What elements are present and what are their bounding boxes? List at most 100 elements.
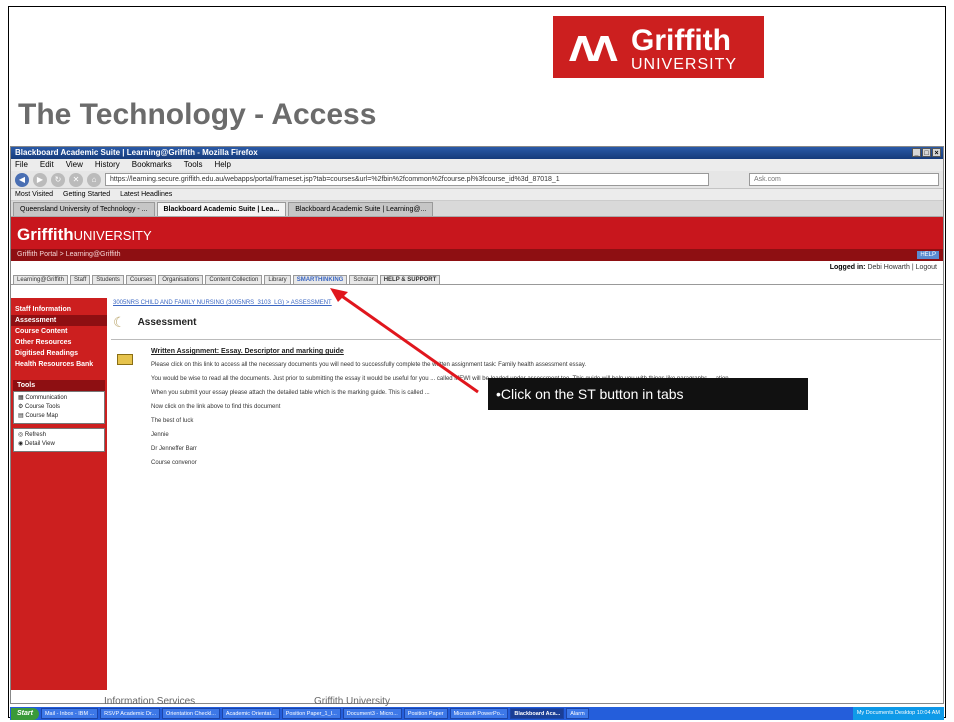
- item-text: Dr Jenneffer Barr: [151, 446, 197, 452]
- menu-edit[interactable]: Edit: [40, 159, 54, 171]
- url-field[interactable]: https://learning.secure.griffith.edu.au/…: [105, 173, 709, 186]
- system-tray[interactable]: My Documents Desktop 10:04 AM: [852, 707, 944, 720]
- tab-library[interactable]: Library: [264, 275, 291, 284]
- close-icon[interactable]: ×: [932, 148, 941, 157]
- tab-staff[interactable]: Staff: [70, 275, 91, 284]
- browser-tabs: Queensland University of Technology - ..…: [11, 201, 943, 217]
- bb-body: Staff Information Assessment Course Cont…: [11, 298, 943, 690]
- search-input[interactable]: Ask.com: [749, 173, 939, 186]
- taskbar-item[interactable]: Microsoft PowerPo...: [449, 708, 509, 719]
- reload-icon[interactable]: ↻: [51, 172, 65, 187]
- taskbar-item[interactable]: RSVP Academic Dr...: [100, 708, 161, 719]
- footer-left: Information Services: [104, 696, 196, 707]
- minimize-icon[interactable]: _: [912, 148, 921, 157]
- sidebar-item-digitised-readings[interactable]: Digitised Readings: [11, 348, 107, 359]
- tool-course-map[interactable]: ▤ Course Map: [18, 412, 100, 421]
- content-area: 3005NRS CHILD AND FAMILY NURSING (3005NR…: [111, 298, 941, 690]
- taskbar-item[interactable]: Position Paper_1_I...: [281, 708, 341, 719]
- tab-students[interactable]: Students: [92, 275, 124, 284]
- tab-help-support[interactable]: HELP & SUPPORT: [379, 275, 441, 284]
- tool-course-map-label: Course Map: [25, 413, 59, 419]
- bb-logo-bold: Griffith: [17, 225, 74, 244]
- bb-breadcrumb: Griffith Portal > Learning@Griffith HELP: [11, 249, 943, 261]
- menu-bookmarks[interactable]: Bookmarks: [132, 159, 172, 171]
- detail-view-button[interactable]: ◉ Detail View: [18, 440, 100, 449]
- taskbar-item[interactable]: Mail - Inbox - IBM ...: [40, 708, 99, 719]
- tab-learning-griffith[interactable]: Learning@Griffith: [13, 275, 69, 284]
- detail-view-label: Detail View: [24, 441, 55, 447]
- taskbar-item[interactable]: Position Paper: [403, 708, 448, 719]
- folder-icon: [117, 354, 133, 365]
- griffith-logo-university: UNIVERSITY: [631, 56, 738, 73]
- taskbar: Start Mail - Inbox - IBM ... RSVP Academ…: [10, 707, 944, 720]
- maximize-icon[interactable]: □: [922, 148, 931, 157]
- actions-box: ◎ Refresh ◉ Detail View: [13, 428, 105, 452]
- sidebar-item-course-content[interactable]: Course Content: [11, 326, 107, 337]
- back-icon[interactable]: ◀: [15, 172, 29, 187]
- taskbar-item[interactable]: Alarm: [566, 708, 589, 719]
- start-button[interactable]: Start: [11, 707, 39, 720]
- forward-icon[interactable]: ▶: [33, 172, 47, 187]
- tool-communication[interactable]: ▦ Communication: [18, 394, 100, 403]
- tool-course-tools-label: Course Tools: [25, 404, 60, 410]
- slide-title: The Technology - Access: [18, 98, 377, 131]
- navigation-bar: ◀ ▶ ↻ ✕ ⌂ https://learning.secure.griffi…: [11, 171, 943, 189]
- help-button[interactable]: HELP: [917, 251, 939, 259]
- menu-help[interactable]: Help: [214, 159, 230, 171]
- menu-tools[interactable]: Tools: [184, 159, 203, 171]
- sidebar-item-assessment[interactable]: Assessment: [11, 315, 107, 326]
- page-title: Assessment: [137, 317, 197, 328]
- stop-icon[interactable]: ✕: [69, 172, 83, 187]
- tools-box: ▦ Communication ⚙ Course Tools ▤ Course …: [13, 391, 105, 424]
- tab-content-collection[interactable]: Content Collection: [205, 275, 263, 284]
- refresh-label: Refresh: [24, 432, 46, 438]
- logged-in-bar: Logged in: Debi Howarth | Logout: [11, 261, 943, 275]
- bb-header: GriffithUNIVERSITY: [11, 217, 943, 249]
- tab-scholar[interactable]: Scholar: [349, 275, 378, 284]
- griffith-logo: ᐱᐱ Griffith UNIVERSITY: [553, 16, 764, 78]
- window-controls: _ □ ×: [912, 148, 941, 157]
- bb-breadcrumb-text[interactable]: Griffith Portal > Learning@Griffith: [17, 251, 121, 258]
- bb-logo: GriffithUNIVERSITY: [17, 225, 152, 245]
- bb-logo-light: UNIVERSITY: [73, 228, 152, 243]
- taskbar-item-active[interactable]: Blackboard Aca...: [510, 708, 565, 719]
- taskbar-item[interactable]: Academic Orientat...: [221, 708, 280, 719]
- bookmark-most-visited[interactable]: Most Visited: [15, 189, 53, 200]
- logged-in-label: Logged in:: [829, 264, 866, 271]
- tool-course-tools[interactable]: ⚙ Course Tools: [18, 403, 100, 412]
- logged-in-user[interactable]: Debi Howarth | Logout: [867, 264, 937, 271]
- course-menu: Staff Information Assessment Course Cont…: [11, 298, 107, 690]
- sidebar-item-other-resources[interactable]: Other Resources: [11, 337, 107, 348]
- bookmark-getting-started[interactable]: Getting Started: [63, 189, 110, 200]
- browser-tab-active[interactable]: Blackboard Academic Suite | Lea...: [156, 202, 287, 216]
- item-text: Please click on this link to access all …: [151, 362, 587, 368]
- refresh-button[interactable]: ◎ Refresh: [18, 431, 100, 440]
- tab-smarthinking[interactable]: SMARTHINKING: [292, 275, 348, 284]
- bb-tabs: Learning@Griffith Staff Students Courses…: [11, 275, 943, 285]
- taskbar-item[interactable]: Document3 - Micro...: [342, 708, 402, 719]
- menu-history[interactable]: History: [95, 159, 120, 171]
- item-text: Course convenor: [151, 460, 197, 466]
- home-icon[interactable]: ⌂: [87, 172, 101, 187]
- assignment-link[interactable]: Written Assignment: Essay. Descriptor an…: [151, 348, 941, 355]
- item-text: The best of luck: [151, 418, 194, 424]
- browser-tab[interactable]: Queensland University of Technology - ..…: [13, 202, 155, 216]
- course-breadcrumb[interactable]: 3005NRS CHILD AND FAMILY NURSING (3005NR…: [111, 298, 941, 308]
- bookmark-latest-headlines[interactable]: Latest Headlines: [120, 189, 172, 200]
- menu-file[interactable]: File: [15, 159, 28, 171]
- sidebar-item-health-resources-bank[interactable]: Health Resources Bank: [11, 359, 107, 370]
- bookmarks-bar: Most Visited Getting Started Latest Head…: [11, 189, 943, 201]
- taskbar-item[interactable]: Orientation Checkl...: [162, 708, 220, 719]
- sidebar-item-staff-information[interactable]: Staff Information: [11, 304, 107, 315]
- item-text: Jennie: [151, 432, 169, 438]
- page-header: ☾ Assessment: [111, 308, 941, 340]
- browser-window: Blackboard Academic Suite | Learning@Gri…: [10, 146, 944, 704]
- griffith-logo-mark-icon: ᐱᐱ: [569, 30, 618, 70]
- tab-organisations[interactable]: Organisations: [158, 275, 204, 284]
- tools-title: Tools: [13, 380, 105, 391]
- tab-courses[interactable]: Courses: [125, 275, 157, 284]
- menu-view[interactable]: View: [66, 159, 83, 171]
- browser-tab[interactable]: Blackboard Academic Suite | Learning@...: [288, 202, 434, 216]
- browser-title: Blackboard Academic Suite | Learning@Gri…: [15, 148, 258, 157]
- browser-titlebar: Blackboard Academic Suite | Learning@Gri…: [11, 147, 943, 159]
